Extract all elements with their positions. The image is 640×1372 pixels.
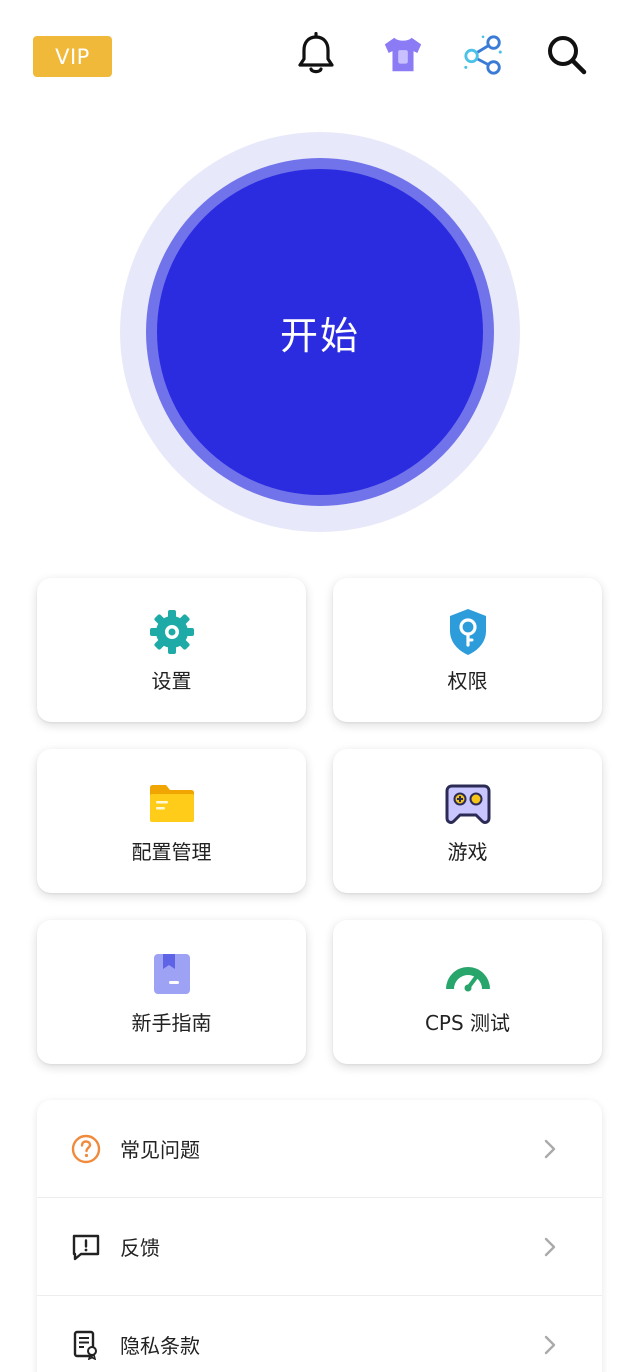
chevron-right-icon <box>542 1334 558 1356</box>
chevron-right-icon <box>542 1236 558 1258</box>
vip-badge[interactable]: VIP <box>33 36 112 77</box>
list-item-label: 反馈 <box>120 1236 160 1260</box>
tile-label: 配置管理 <box>131 839 212 864</box>
main-screen: VIP 开始 设置 权限 配置管理 游戏 新手指南 CPS 测试 常见问题 反馈… <box>0 0 640 1372</box>
config-management-tile[interactable]: 配置管理 <box>37 749 306 893</box>
start-button[interactable]: 开始 <box>157 169 483 495</box>
permissions-tile[interactable]: 权限 <box>333 578 602 722</box>
tile-label: 新手指南 <box>131 1010 212 1035</box>
list-item-faq[interactable]: 常见问题 <box>37 1100 602 1198</box>
shield-key-icon <box>443 607 493 657</box>
tile-label: 设置 <box>151 668 192 693</box>
speedometer-icon <box>443 949 493 999</box>
chevron-right-icon <box>542 1138 558 1160</box>
search-icon[interactable] <box>544 32 588 76</box>
list-item-label: 隐私条款 <box>120 1334 200 1358</box>
tile-label: 权限 <box>447 668 488 693</box>
cps-test-tile[interactable]: CPS 测试 <box>333 920 602 1064</box>
games-tile[interactable]: 游戏 <box>333 749 602 893</box>
help-circle-icon <box>70 1133 102 1165</box>
settings-tile[interactable]: 设置 <box>37 578 306 722</box>
beginner-guide-tile[interactable]: 新手指南 <box>37 920 306 1064</box>
list-item-feedback[interactable]: 反馈 <box>37 1198 602 1296</box>
shirt-icon[interactable] <box>381 32 425 76</box>
bell-icon[interactable] <box>294 32 338 76</box>
menu-list: 常见问题 反馈 隐私条款 <box>37 1100 602 1372</box>
tile-label: 游戏 <box>447 839 488 864</box>
gear-icon <box>147 607 197 657</box>
list-item-label: 常见问题 <box>120 1138 200 1162</box>
book-icon <box>147 949 197 999</box>
feedback-icon <box>70 1231 102 1263</box>
list-item-privacy[interactable]: 隐私条款 <box>37 1296 602 1372</box>
document-icon <box>70 1329 102 1361</box>
folder-icon <box>147 778 197 828</box>
gamepad-icon <box>443 778 493 828</box>
share-icon[interactable] <box>462 32 506 76</box>
tile-label: CPS 测试 <box>424 1010 511 1035</box>
